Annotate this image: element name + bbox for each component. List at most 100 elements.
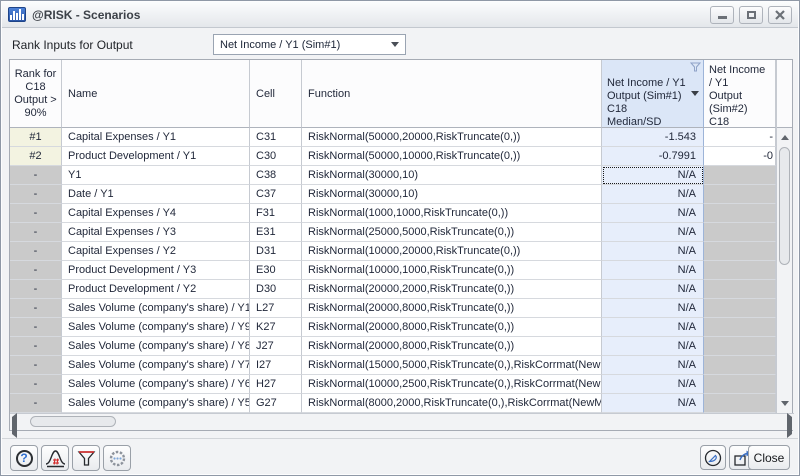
function-cell[interactable]: RiskNormal(50000,10000,RiskTruncate(0,)) [302, 147, 602, 166]
table-row[interactable]: - Capital Expenses / Y4 F31 RiskNormal(1… [10, 204, 776, 223]
name-cell[interactable]: Capital Expenses / Y1 [62, 128, 250, 147]
sim2-value-cell[interactable] [704, 280, 776, 299]
table-row[interactable]: - Product Development / Y3 E30 RiskNorma… [10, 261, 776, 280]
sim1-value-cell[interactable]: N/A [602, 375, 704, 394]
name-cell[interactable]: Product Development / Y1 [62, 147, 250, 166]
name-cell[interactable]: Date / Y1 [62, 185, 250, 204]
function-cell[interactable]: RiskNormal(30000,10) [302, 185, 602, 204]
column-header-function[interactable]: Function [302, 60, 602, 128]
sort-dropdown-icon[interactable] [691, 91, 699, 96]
name-cell[interactable]: Sales Volume (company's share) / Y5 [62, 394, 250, 413]
table-row[interactable]: - Sales Volume (company's share) / Y9 K2… [10, 318, 776, 337]
cell-ref-cell[interactable]: H27 [250, 375, 302, 394]
filter-button[interactable] [72, 445, 100, 471]
titlebar[interactable]: @RISK - Scenarios [2, 2, 798, 28]
vertical-scrollbar[interactable] [776, 60, 792, 413]
function-cell[interactable]: RiskNormal(10000,2500,RiskTruncate(0,),R… [302, 375, 602, 394]
function-cell[interactable]: RiskNormal(10000,1000,RiskTruncate(0,)) [302, 261, 602, 280]
cell-ref-cell[interactable]: K27 [250, 318, 302, 337]
function-cell[interactable]: RiskNormal(1000,1000,RiskTruncate(0,)) [302, 204, 602, 223]
cell-ref-cell[interactable]: D31 [250, 242, 302, 261]
cell-ref-cell[interactable]: C37 [250, 185, 302, 204]
sim2-value-cell[interactable] [704, 318, 776, 337]
table-row[interactable]: #1 Capital Expenses / Y1 C31 RiskNormal(… [10, 128, 776, 147]
table-row[interactable]: - Sales Volume (company's share) / Y5 G2… [10, 394, 776, 413]
cell-ref-cell[interactable]: C31 [250, 128, 302, 147]
horizontal-scrollbar[interactable] [10, 413, 794, 430]
function-cell[interactable]: RiskNormal(50000,20000,RiskTruncate(0,)) [302, 128, 602, 147]
scroll-right-button[interactable] [787, 417, 792, 435]
function-cell[interactable]: RiskNormal(8000,2000,RiskTruncate(0,),Ri… [302, 394, 602, 413]
sim1-value-cell[interactable]: N/A [602, 242, 704, 261]
name-cell[interactable]: Capital Expenses / Y2 [62, 242, 250, 261]
name-cell[interactable]: Capital Expenses / Y4 [62, 204, 250, 223]
sim2-value-cell[interactable] [704, 242, 776, 261]
scroll-left-button[interactable] [12, 417, 17, 435]
help-button[interactable]: ? [10, 445, 38, 471]
table-row[interactable]: - Sales Volume (company's share) / Y8 J2… [10, 337, 776, 356]
sim2-value-cell[interactable] [704, 299, 776, 318]
sim2-value-cell[interactable] [704, 185, 776, 204]
sim1-value-cell[interactable]: N/A [602, 280, 704, 299]
sim1-value-cell[interactable]: N/A [602, 204, 704, 223]
table-row[interactable]: - Sales Volume (company's share) / Y7 I2… [10, 356, 776, 375]
column-header-sim1[interactable]: Net Income / Y1 Output (Sim#1) C18 Media… [602, 60, 704, 128]
function-cell[interactable]: RiskNormal(20000,8000,RiskTruncate(0,)) [302, 318, 602, 337]
table-row[interactable]: #2 Product Development / Y1 C30 RiskNorm… [10, 147, 776, 166]
sim1-value-cell[interactable]: N/A [602, 394, 704, 413]
sim1-value-cell[interactable]: N/A [602, 299, 704, 318]
sim2-value-cell[interactable] [704, 375, 776, 394]
vertical-scroll-thumb[interactable] [779, 147, 790, 265]
table-row[interactable]: - Y1 C38 RiskNormal(30000,10) N/A [10, 166, 776, 185]
edit-report-button[interactable] [700, 445, 726, 470]
column-header-cell[interactable]: Cell [250, 60, 302, 128]
name-cell[interactable]: Sales Volume (company's share) / Y10 [62, 299, 250, 318]
table-row[interactable]: - Capital Expenses / Y2 D31 RiskNormal(1… [10, 242, 776, 261]
close-button[interactable]: Close [748, 445, 790, 470]
sim2-value-cell[interactable] [704, 394, 776, 413]
function-cell[interactable]: RiskNormal(10000,20000,RiskTruncate(0,)) [302, 242, 602, 261]
table-row[interactable]: - Sales Volume (company's share) / Y10 L… [10, 299, 776, 318]
name-cell[interactable]: Product Development / Y2 [62, 280, 250, 299]
name-cell[interactable]: Sales Volume (company's share) / Y7 [62, 356, 250, 375]
sim1-value-cell[interactable]: N/A [602, 166, 704, 185]
sim2-value-cell[interactable] [704, 261, 776, 280]
sim2-value-cell[interactable] [704, 223, 776, 242]
table-row[interactable]: - Sales Volume (company's share) / Y6 H2… [10, 375, 776, 394]
maximize-button[interactable] [739, 6, 763, 24]
function-cell[interactable]: RiskNormal(20000,2000,RiskTruncate(0,)) [302, 280, 602, 299]
column-header-rank[interactable]: Rank for C18 Output > 90% [10, 60, 62, 128]
filter-funnel-icon[interactable] [690, 62, 701, 72]
function-cell[interactable]: RiskNormal(15000,5000,RiskTruncate(0,),R… [302, 356, 602, 375]
function-cell[interactable]: RiskNormal(30000,10) [302, 166, 602, 185]
horizontal-scroll-thumb[interactable] [30, 416, 116, 427]
sim1-value-cell[interactable]: N/A [602, 223, 704, 242]
sim2-value-cell[interactable] [704, 356, 776, 375]
sim1-value-cell[interactable]: N/A [602, 318, 704, 337]
number-format-button[interactable] [41, 445, 69, 471]
name-cell[interactable]: Sales Volume (company's share) / Y8 [62, 337, 250, 356]
sim2-value-cell[interactable]: -0 [704, 147, 776, 166]
table-row[interactable]: - Date / Y1 C37 RiskNormal(30000,10) N/A [10, 185, 776, 204]
scroll-down-button[interactable] [778, 396, 791, 411]
cell-ref-cell[interactable]: I27 [250, 356, 302, 375]
sim1-value-cell[interactable]: -0.7991 [602, 147, 704, 166]
table-row[interactable]: - Product Development / Y2 D30 RiskNorma… [10, 280, 776, 299]
sim2-value-cell[interactable] [704, 166, 776, 185]
name-cell[interactable]: Sales Volume (company's share) / Y9 [62, 318, 250, 337]
cell-ref-cell[interactable]: E30 [250, 261, 302, 280]
cell-ref-cell[interactable]: E31 [250, 223, 302, 242]
scroll-up-button[interactable] [778, 130, 791, 145]
sim1-value-cell[interactable]: N/A [602, 356, 704, 375]
function-cell[interactable]: RiskNormal(20000,8000,RiskTruncate(0,)) [302, 337, 602, 356]
sim1-value-cell[interactable]: N/A [602, 185, 704, 204]
cell-ref-cell[interactable]: C30 [250, 147, 302, 166]
sim1-value-cell[interactable]: -1.543 [602, 128, 704, 147]
cell-ref-cell[interactable]: J27 [250, 337, 302, 356]
sim2-value-cell[interactable]: - [704, 128, 776, 147]
close-window-button[interactable] [768, 6, 792, 24]
sim2-value-cell[interactable] [704, 204, 776, 223]
name-cell[interactable]: Product Development / Y3 [62, 261, 250, 280]
cell-ref-cell[interactable]: L27 [250, 299, 302, 318]
cell-ref-cell[interactable]: C38 [250, 166, 302, 185]
